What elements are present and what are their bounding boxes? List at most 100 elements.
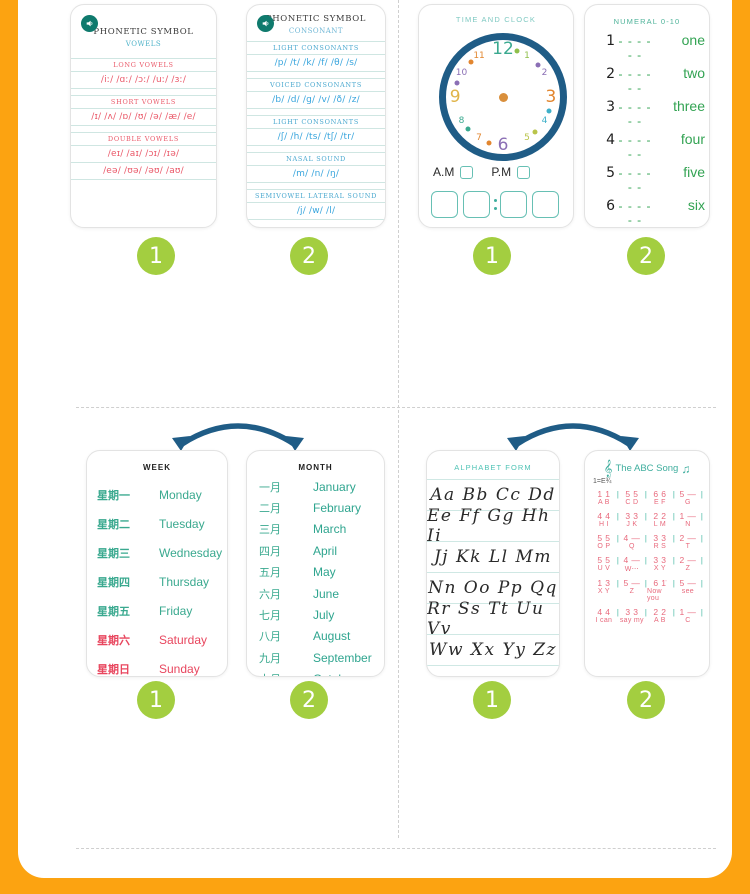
section-heading: NASAL SOUND (286, 155, 346, 163)
month-row: 四月 April (247, 540, 384, 561)
month-chinese: 一月 (259, 481, 281, 494)
song-barline: | (700, 555, 703, 565)
month-chinese: 五月 (259, 567, 281, 580)
phonetic-symbol: /ŋ/ (326, 169, 340, 179)
song-measure: 5 5U V (591, 555, 617, 573)
numeral-dash: - - - - - - (618, 165, 652, 194)
symbol-row: /ʃ//h//ts//tʃ//tr/ (247, 129, 385, 145)
symbol-row: /p//t//k//f//θ//s/ (247, 55, 385, 71)
numeral-digit: 3 (606, 98, 615, 115)
phonetic-symbol: /m/ (292, 169, 309, 179)
speaker-icon[interactable] (257, 15, 274, 32)
rule (71, 88, 216, 89)
clock-dot (535, 62, 541, 68)
phonetic-symbol: /g/ (302, 95, 316, 105)
card-phonetic-vowels[interactable]: PHONETIC SYMBOL VOWELS LONG VOWELS/iː//ɑ… (70, 4, 217, 228)
card-title: ALPHABET FORM (454, 463, 532, 472)
song-lyric: C (685, 617, 691, 624)
time-box-hour-ones[interactable] (463, 191, 490, 218)
numeral-word: three (673, 97, 705, 114)
month-chinese: 十月 (247, 671, 313, 676)
clock-dot (468, 59, 474, 65)
month-english: June (313, 586, 340, 601)
phonetic-symbol: /w/ (308, 206, 324, 216)
month-english: August (313, 629, 351, 644)
phonetic-symbol: /ts/ (305, 132, 321, 142)
month-row: 九月 September (247, 647, 384, 668)
song-key: 1=E¾ (593, 478, 612, 485)
pm-checkbox[interactable] (517, 165, 531, 179)
song-notation: 5 5 (597, 555, 611, 565)
song-measure: 5 5C D (619, 489, 645, 506)
song-lyric: W⋯ (624, 566, 639, 573)
song-lyric: Now you (647, 588, 662, 602)
time-box-minute-tens[interactable] (500, 191, 527, 218)
phonetic-symbol: /k/ (303, 58, 316, 68)
song-notation: 4 4 (597, 607, 611, 617)
song-line: 4 4H I | 3 3J K | 2 2L M | 1 — N | (591, 511, 703, 528)
alphabet-line: Ww Xx Yy Zz (427, 635, 559, 666)
numeral-dash: - - - - - - (618, 99, 652, 128)
month-english: September (313, 650, 372, 665)
time-box-minute-ones[interactable] (532, 191, 559, 218)
song-measure: 2 2L M (647, 511, 673, 528)
numeral-row: 2- - - - - - two (589, 63, 705, 96)
song-lyric: C D (625, 499, 639, 506)
phonetic-symbol: /aʊ/ (165, 166, 184, 176)
song-lyric: X Y (653, 565, 666, 572)
badge-consonants: 2 (290, 237, 328, 275)
song-measure: 5 — see (675, 578, 701, 602)
song-notation: 4 — (623, 533, 641, 543)
badge-vowels: 1 (137, 237, 175, 275)
song-line: 5 5O P | 4 — Q | 3 3R S | 2 — T | (591, 533, 703, 550)
card-abc-song[interactable]: 𝄞 The ABC Song ♫ 1=E¾ 1 1A B | 5 5C D | 6 6E… (584, 450, 710, 677)
alphabet-line: Jj Kk Ll Mm (427, 542, 559, 573)
numeral-row: 5- - - - - - five (589, 162, 705, 195)
song-lines: 1 1A B | 5 5C D | 6 6E F | 5 — G | 4 4H I | 3 3J K |… (585, 489, 709, 624)
numeral-digit: 4 (606, 131, 615, 148)
song-notation: 4 — (623, 555, 641, 565)
clock-dot (454, 80, 460, 86)
section-heading: VOICED CONSONANTS (269, 81, 362, 89)
card-month[interactable]: MONTH 一月 January 二月 February 三月 March 四月 April 五… (246, 450, 385, 677)
song-lyric: A B (597, 499, 610, 506)
song-notation: 5 — (679, 578, 697, 588)
phonetic-symbol: /ɪə/ (163, 149, 180, 159)
clock-dot (514, 48, 520, 54)
alphabet-letters: Jj Kk Ll Mm (433, 547, 553, 567)
time-box-hour-tens[interactable] (431, 191, 458, 218)
clock-number: 6 (497, 134, 509, 155)
clock-dot (465, 126, 471, 132)
phonetic-symbol: /v/ (318, 95, 331, 105)
song-notation: 3 3 (625, 511, 639, 521)
clock-number: 1 (524, 50, 530, 61)
card-numerals[interactable]: NUMERAL 0-10 1- - - - - - one 2- - - - - -… (584, 4, 710, 228)
speaker-icon[interactable] (81, 15, 98, 32)
song-measure: 4 4H I (591, 511, 617, 528)
song-notation: 1 3 (597, 578, 611, 588)
month-english: May (313, 565, 336, 580)
song-notation: 2 — (679, 533, 697, 543)
badge-week: 1 (137, 681, 175, 719)
week-day-english: Saturday (159, 632, 208, 647)
week-day-english: Monday (159, 487, 202, 502)
card-week[interactable]: WEEK 星期一 Monday 星期二 Tuesday 星期三 Wednesday 星期四 T… (86, 450, 228, 677)
clock-dot (546, 108, 552, 114)
card-title: NUMERAL 0-10 (613, 17, 681, 26)
song-notation: 2 2 (653, 607, 667, 617)
song-measure: 2 — T (675, 533, 701, 550)
month-row: 一月 January (247, 476, 384, 497)
song-barline: | (700, 511, 703, 521)
am-checkbox[interactable] (460, 165, 474, 179)
card-alphabet-form[interactable]: ALPHABET FORM Aa Bb Cc Dd Ee Ff Gg Hh Ii J… (426, 450, 560, 677)
song-header: 𝄞 The ABC Song ♫ (585, 460, 709, 477)
clock-number: 11 (473, 50, 485, 61)
numeral-digit: 2 (606, 65, 615, 82)
card-phonetic-consonants[interactable]: PHONETIC SYMBOL CONSONANT LIGHT CONSONAN… (246, 4, 386, 228)
phonetic-section: SHORT VOWELS/ɪ//ʌ//ɒ//ʊ//ə//æ//e/ (71, 95, 216, 126)
phonetic-symbol: /ə/ (149, 112, 163, 122)
card-time-and-clock[interactable]: TIME AND CLOCK 12 1 2 3 4 5 6 7 8 9 10 11 A.M P.M (418, 4, 574, 228)
symbol-row: /b//d//g//v//ð//z/ (247, 92, 385, 108)
song-measure: 4 — Q (619, 533, 645, 550)
clock-number: 4 (541, 115, 548, 126)
